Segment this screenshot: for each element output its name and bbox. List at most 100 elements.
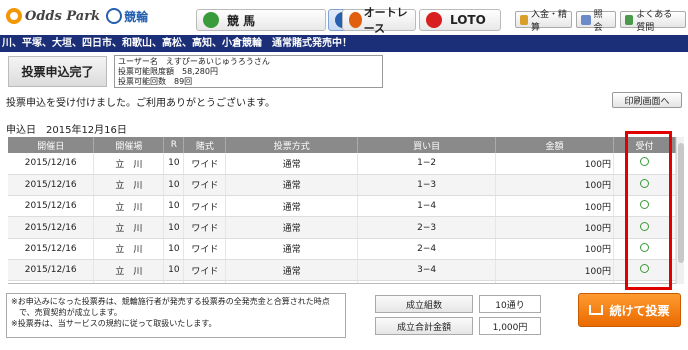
logo[interactable]: Odds Park 競輪 <box>6 6 148 26</box>
cell-venue: 立 川 <box>93 259 165 282</box>
cell-venue: 立 川 <box>93 153 165 175</box>
continue-voting-button[interactable]: 続けて投票 <box>578 293 681 327</box>
logo-sub-text: 競輪 <box>124 9 149 24</box>
tab-autorace-label: オートレース <box>363 6 408 35</box>
cell-date: 2015/12/16 <box>8 216 95 239</box>
inquiry-label: 照会 <box>593 9 603 33</box>
cell-race: 10 <box>163 195 185 218</box>
note-line: ※お申込みになった投票券は、競輪施行者が発売する投票券の全発売金と合算された時点 <box>11 297 330 306</box>
cell-pick: 3−4 <box>357 259 497 282</box>
cell-method: 通常 <box>225 195 359 218</box>
count-label: 成立組数 <box>375 295 473 313</box>
cell-bet: ワイド <box>183 195 227 218</box>
note-line: で、売買契約が成立します。 <box>11 308 122 317</box>
tab-loto-label: LOTO <box>450 13 486 27</box>
logo-text: Odds Park <box>25 8 101 24</box>
cell-bet: ワイド <box>183 238 227 260</box>
cell-method: 通常 <box>225 259 359 282</box>
deposit-button[interactable]: 入金・精算 <box>515 10 572 33</box>
cell-pick: 1−3 <box>357 174 497 197</box>
cell-amount: 100円 <box>495 195 614 218</box>
cell-date: 2015/12/16 <box>8 238 95 260</box>
user-limit: 投票可能限度額 58,280円 <box>118 67 218 76</box>
count-value: 10通り <box>479 295 541 313</box>
cell-pick: 1−2 <box>357 153 497 175</box>
print-button[interactable]: 印刷画面へ <box>612 92 682 108</box>
tab-loto[interactable]: LOTO <box>419 9 501 31</box>
cell-pick: 1−4 <box>357 195 497 218</box>
cell-date: 2015/12/16 <box>8 153 95 175</box>
cell-venue: 立 川 <box>93 174 165 197</box>
continue-label: 続けて投票 <box>609 303 670 318</box>
col-race: R <box>163 137 185 153</box>
cell-bet: 3連単 <box>183 280 227 283</box>
col-venue: 開催場 <box>93 137 165 153</box>
table-row: 2015/12/16 立 川 10 ワイド 通常 3−4 100円 <box>8 259 676 282</box>
inquiry-button[interactable]: 照会 <box>576 10 616 33</box>
total-value: 1,000円 <box>479 317 541 335</box>
complete-label: 投票申込完了 <box>8 56 107 87</box>
cell-amount: 400円（各100円） <box>495 280 614 283</box>
wheel-icon <box>106 8 123 24</box>
cell-race: 10 <box>163 216 185 239</box>
cell-amount: 100円 <box>495 238 614 260</box>
cell-method: 通常 <box>225 153 359 175</box>
col-date: 開催日 <box>8 137 95 153</box>
user-info: ユーザー名 えすぴーあいじゅうろうさん 投票可能限度額 58,280円 投票可能… <box>114 55 383 88</box>
cell-venue: 立 川 <box>93 195 165 218</box>
cell-race: 10 <box>163 259 185 282</box>
cell-bet: ワイド <box>183 153 227 175</box>
accepted-column-highlight <box>625 131 672 290</box>
table-row: 2015/12/16 立 川 10 ワイド 通常 1−2 100円 <box>8 153 676 175</box>
horse-icon <box>203 12 219 28</box>
cell-venue: 立 川 <box>93 216 165 239</box>
table-scrollbar[interactable] <box>676 137 684 284</box>
cell-pick: 4通り <box>357 280 497 283</box>
cell-date: 2015/12/16 <box>8 195 95 218</box>
cell-amount: 100円 <box>495 174 614 197</box>
tab-keiba-label: 競 馬 <box>227 13 256 28</box>
motorcycle-icon <box>349 12 362 28</box>
cell-bet: ワイド <box>183 259 227 282</box>
user-count: 投票可能回数 89回 <box>118 77 193 86</box>
cell-bet: ワイド <box>183 216 227 239</box>
scroll-thumb[interactable] <box>678 143 684 263</box>
note-line: ※投票券は、当サービスの規約に従って取扱いたします。 <box>11 319 217 328</box>
wallet-icon <box>520 14 528 25</box>
cell-pick: 2−3 <box>357 216 497 239</box>
cell-bet: ワイド <box>183 174 227 197</box>
table-row: 2015/12/16立 川103連単フォーメーション4通り400円（各100円） <box>8 280 676 283</box>
cell-race: 10 <box>163 174 185 197</box>
cell-method: 通常 <box>225 238 359 260</box>
tab-autorace[interactable]: オートレース <box>342 6 416 35</box>
table-row: 2015/12/16 立 川 10 ワイド 通常 2−4 100円 <box>8 238 676 260</box>
cell-amount: 100円 <box>495 216 614 239</box>
cell-race: 10 <box>163 280 185 283</box>
news-banner: 川、平塚、大垣、四日市、和歌山、高松、高知、小倉競輪 通常賭式発売中！ <box>0 35 688 52</box>
cell-date: 2015/12/16 <box>8 259 95 282</box>
cell-amount: 100円 <box>495 153 614 175</box>
table-row: 2015/12/16 立 川 10 ワイド 通常 1−3 100円 <box>8 174 676 197</box>
document-icon <box>581 14 591 25</box>
cell-race: 10 <box>163 238 185 260</box>
logo-mark-icon <box>6 8 22 24</box>
col-method: 投票方式 <box>225 137 359 153</box>
cell-date: 2015/12/16 <box>8 174 95 197</box>
cell-date: 2015/12/16 <box>8 280 95 283</box>
user-name: ユーザー名 えすぴーあいじゅうろうさん <box>118 57 270 66</box>
faq-button[interactable]: よくある質問 <box>620 10 686 33</box>
tab-keiba[interactable]: 競 馬 <box>196 9 326 31</box>
total-label: 成立合計金額 <box>375 317 473 335</box>
col-pick: 買い目 <box>357 137 497 153</box>
table-row: 2015/12/16 立 川 10 ワイド 通常 2−3 100円 <box>8 216 676 239</box>
table-row: 2015/12/16 立 川 10 ワイド 通常 1−4 100円 <box>8 195 676 218</box>
cell-amount: 100円 <box>495 259 614 282</box>
accepted-message: 投票申込を受け付けました。ご利用ありがとうございます。 <box>6 98 275 109</box>
notes: ※お申込みになった投票券は、競輪施行者が発売する投票券の全発売金と合算された時点… <box>6 293 346 338</box>
cell-venue: 立 川 <box>93 238 165 260</box>
bet-table: 開催日 開催場 R 賭式 投票方式 買い目 金額 受付 2015/12/16 立 … <box>8 137 676 284</box>
cell-method: フォーメーション <box>225 280 359 283</box>
cell-method: 通常 <box>225 174 359 197</box>
cart-icon <box>589 305 604 315</box>
table-header-row: 開催日 開催場 R 賭式 投票方式 買い目 金額 受付 <box>8 137 676 153</box>
